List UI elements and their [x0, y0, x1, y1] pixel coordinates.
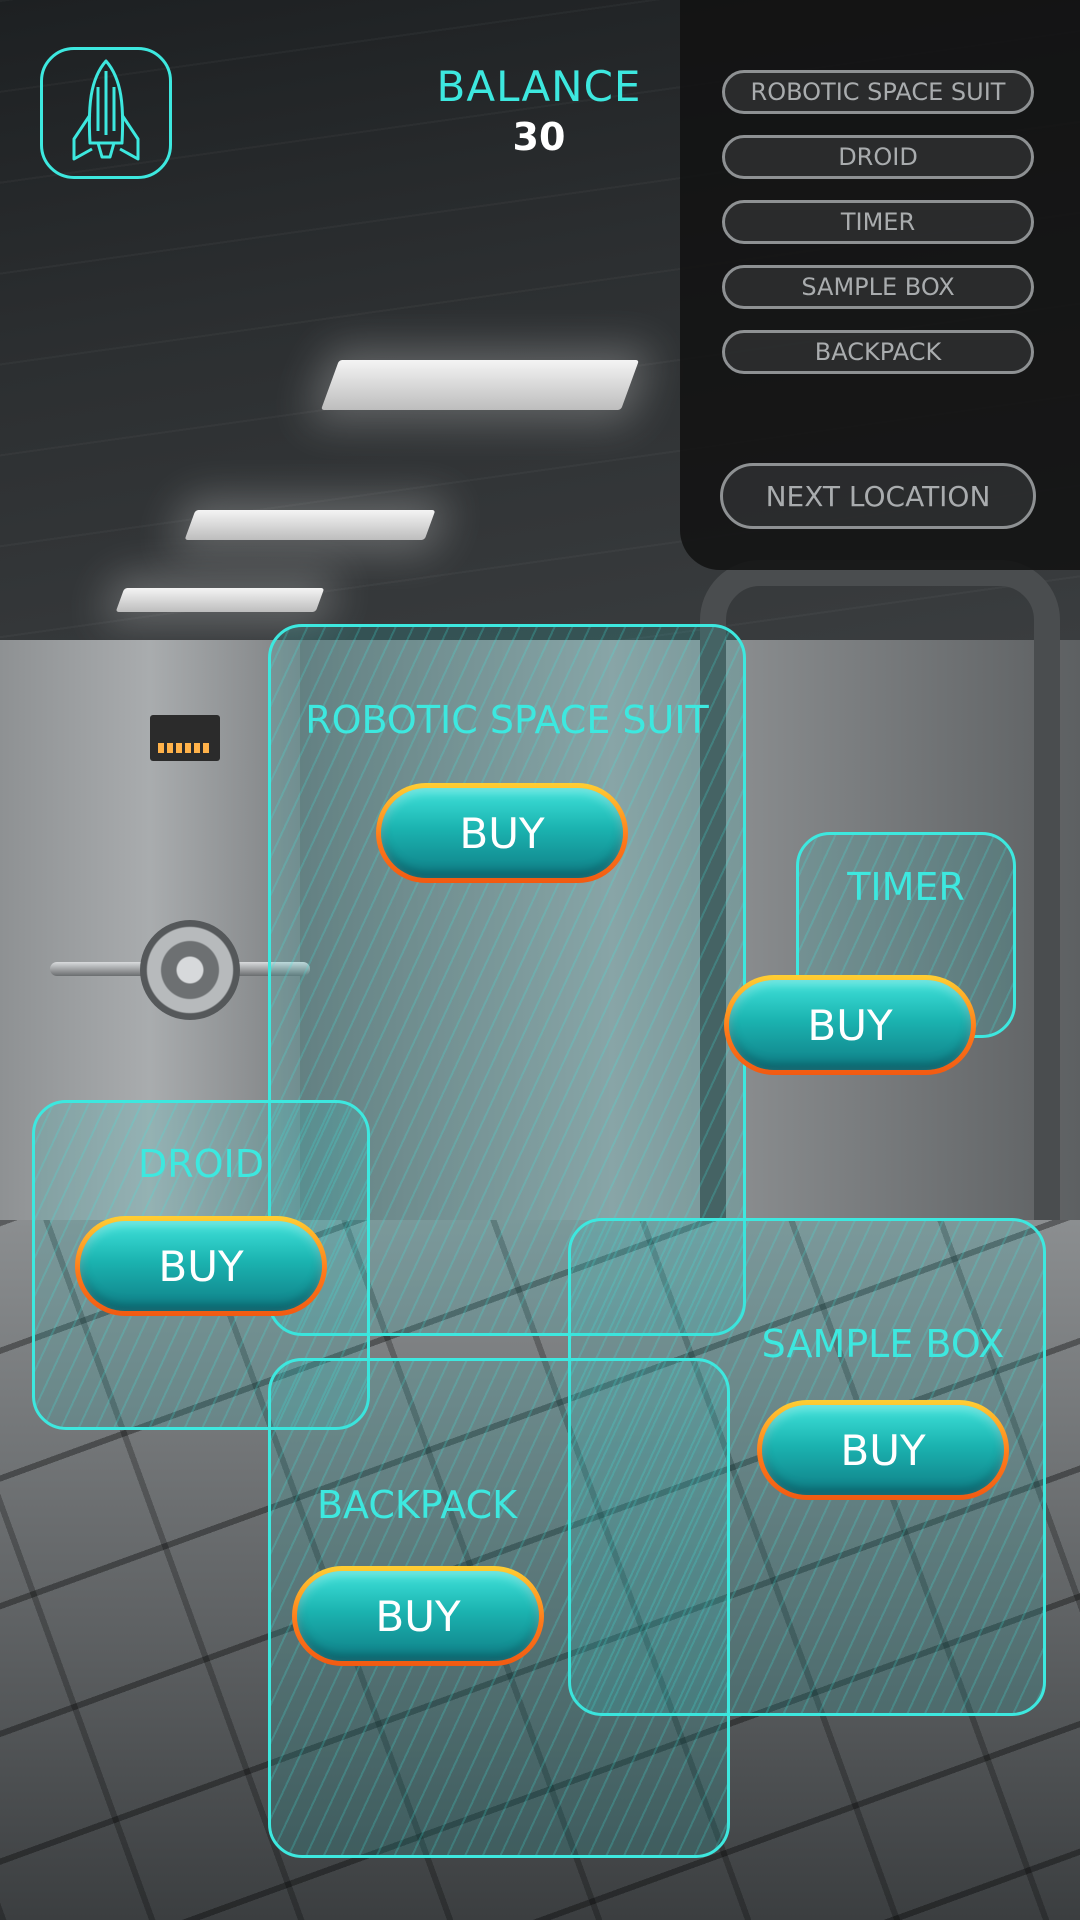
menu-item-backpack[interactable]: BACKPACK: [722, 330, 1034, 374]
control-panel: [150, 715, 220, 761]
buy-button-droid[interactable]: BUY: [75, 1216, 327, 1316]
ceiling-light: [115, 588, 325, 612]
logo-button[interactable]: [40, 47, 172, 179]
buy-button-robotic-space-suit[interactable]: BUY: [376, 783, 628, 883]
buy-label: BUY: [729, 980, 971, 1070]
buy-label: BUY: [381, 788, 623, 878]
card-title-timer: TIMER: [847, 865, 965, 909]
ceiling-light: [184, 510, 436, 540]
buy-button-sample-box[interactable]: BUY: [757, 1400, 1009, 1500]
menu-item-droid[interactable]: DROID: [722, 135, 1034, 179]
rocket-icon: [72, 59, 140, 161]
card-title-droid: DROID: [137, 1142, 265, 1186]
card-title-robotic-space-suit: ROBOTIC SPACE SUIT: [305, 698, 709, 742]
buy-button-backpack[interactable]: BUY: [292, 1566, 544, 1666]
buy-label: BUY: [762, 1405, 1004, 1495]
card-title-sample-box: SAMPLE BOX: [761, 1322, 1005, 1366]
buy-label: BUY: [297, 1571, 539, 1661]
balance-label: BALANCE: [436, 62, 642, 111]
balance-value: 30: [512, 115, 566, 159]
next-location-button[interactable]: NEXT LOCATION: [720, 463, 1036, 529]
menu-item-timer[interactable]: TIMER: [722, 200, 1034, 244]
buy-label: BUY: [80, 1221, 322, 1311]
card-title-backpack: BACKPACK: [316, 1483, 518, 1527]
item-menu: ROBOTIC SPACE SUIT DROID TIMER SAMPLE BO…: [722, 70, 1034, 395]
buy-button-timer[interactable]: BUY: [724, 975, 976, 1075]
ceiling-light: [320, 360, 640, 410]
menu-item-sample-box[interactable]: SAMPLE BOX: [722, 265, 1034, 309]
vault-wheel: [140, 920, 240, 1020]
menu-item-robotic-space-suit[interactable]: ROBOTIC SPACE SUIT: [722, 70, 1034, 114]
